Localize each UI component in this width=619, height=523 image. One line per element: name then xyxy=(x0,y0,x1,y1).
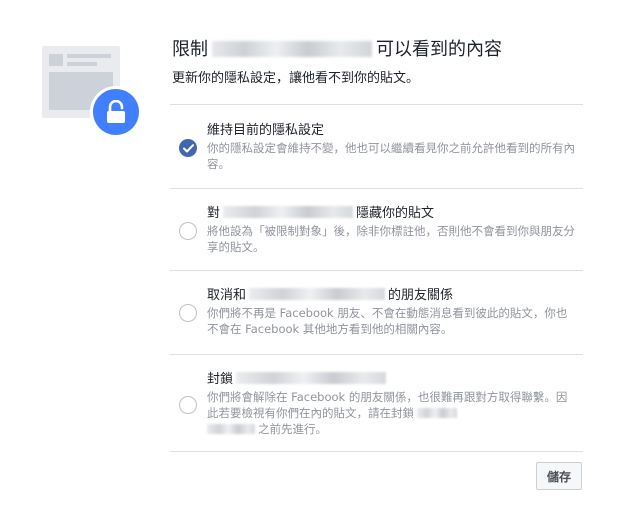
radio-unchecked[interactable] xyxy=(179,304,197,322)
dialog-subtitle: 更新你的隱私設定，讓他看不到你的貼文。 xyxy=(172,71,420,86)
option-title: 封鎖 xyxy=(207,371,575,388)
option-title-prefix: 封鎖 xyxy=(207,372,234,387)
privacy-options-list: 維持目前的隱私設定 你的隱私設定會維持不變，他也可以繼續看見你之前允許他看到的所… xyxy=(170,104,583,452)
redacted-name xyxy=(207,424,255,434)
lock-icon xyxy=(90,86,142,138)
redacted-name xyxy=(212,41,372,57)
option-description: 你們將會解除在 Facebook 的朋友關係，也很難再跟對方取得聯繫。因此若要檢… xyxy=(207,390,568,436)
post-line-shape xyxy=(67,62,97,66)
redacted-name xyxy=(417,408,457,418)
post-line-shape xyxy=(67,54,111,58)
option-title-prefix: 取消和 xyxy=(207,288,247,303)
option-title-suffix: 的朋友關係 xyxy=(388,288,454,303)
option-block[interactable]: 封鎖 你們將會解除在 Facebook 的朋友關係，也很難再跟對方取得聯繫。因此… xyxy=(170,355,583,452)
option-description: 你的隱私設定會維持不變，他也可以繼續看見你之前允許他看到的所有內容。 xyxy=(207,141,575,171)
privacy-illustration xyxy=(42,46,142,138)
option-title-prefix: 對 xyxy=(207,206,221,221)
option-description: 你們將不再是 Facebook 朋友、不會在動態消息看到彼此的貼文，你也不會在 … xyxy=(207,306,568,336)
check-icon xyxy=(182,143,194,152)
redacted-name xyxy=(249,288,386,300)
dialog-title: 限制 可以看到的內容 xyxy=(172,38,502,62)
redacted-name xyxy=(236,372,387,384)
option-title: 取消和 的朋友關係 xyxy=(207,287,575,304)
option-description: 將他設為「被限制對象」後，除非你標註他，否則他不會看到你與朋友分享的貼文。 xyxy=(207,224,575,254)
option-title-suffix: 隱藏你的貼文 xyxy=(356,206,435,221)
radio-checked[interactable] xyxy=(179,139,197,157)
save-button[interactable]: 儲存 xyxy=(536,462,582,490)
option-title: 對 隱藏你的貼文 xyxy=(207,205,575,222)
dialog-title-prefix: 限制 xyxy=(172,39,208,60)
post-thumbnail-shape xyxy=(49,54,63,66)
dialog-title-suffix: 可以看到的內容 xyxy=(376,39,502,60)
radio-unchecked[interactable] xyxy=(179,222,197,240)
option-keep-settings[interactable]: 維持目前的隱私設定 你的隱私設定會維持不變，他也可以繼續看見你之前允許他看到的所… xyxy=(170,105,583,189)
option-title: 維持目前的隱私設定 xyxy=(207,123,325,138)
radio-unchecked[interactable] xyxy=(179,396,197,414)
option-hide-posts[interactable]: 對 隱藏你的貼文 將他設為「被限制對象」後，除非你標註他，否則他不會看到你與朋友分… xyxy=(170,189,583,271)
option-unfriend[interactable]: 取消和 的朋友關係 你們將不再是 Facebook 朋友、不會在動態消息看到彼此的… xyxy=(170,271,583,355)
redacted-name xyxy=(223,206,354,218)
